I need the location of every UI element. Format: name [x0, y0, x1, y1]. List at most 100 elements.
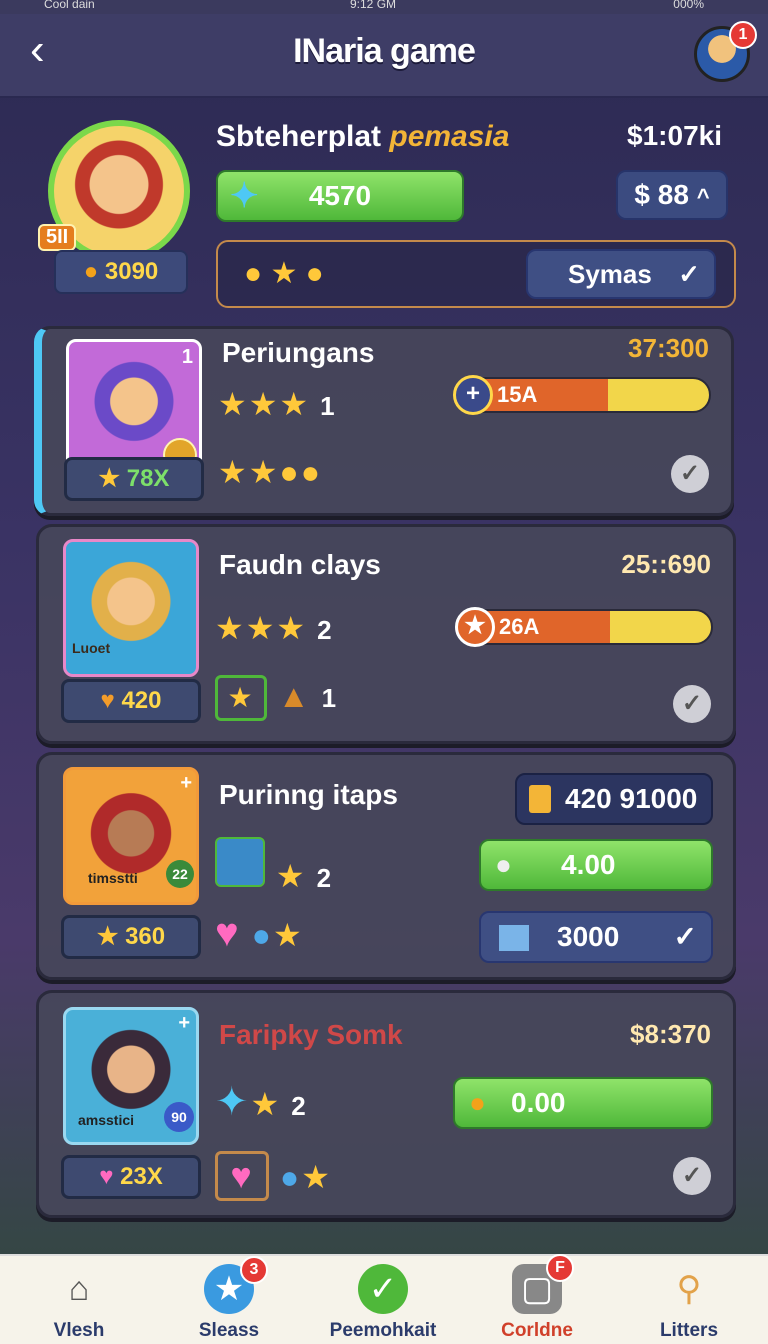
- card-title: Periungans: [222, 337, 375, 368]
- portrait-label: Luoet: [72, 640, 111, 656]
- card-title: Faudn clays: [219, 549, 381, 580]
- coin-icon: ●: [83, 258, 99, 285]
- blue-value: 3000: [557, 921, 620, 952]
- heart-item-icon[interactable]: ♥: [215, 1151, 269, 1201]
- stat-value: 78X: [126, 465, 170, 492]
- portrait-number: 22: [166, 860, 194, 888]
- clock-text: 9:12 GM: [350, 0, 397, 11]
- flag-icon: [499, 925, 529, 951]
- star-rating: ★★★ 1: [218, 385, 337, 423]
- heart-icon: ♥: [99, 1163, 114, 1190]
- coin-value: 3090: [104, 258, 159, 285]
- check-icon[interactable]: ✓: [673, 1157, 711, 1195]
- cake-icon: ▲: [277, 678, 312, 714]
- blue-value-button[interactable]: 3000: [479, 911, 713, 963]
- battery-text: 000%: [673, 0, 704, 11]
- card-3[interactable]: + timsstti 22 ★ 360 Purinng itaps 420 91…: [36, 752, 736, 980]
- portrait-4: + amsstici 90: [63, 1007, 199, 1145]
- coin-row: ★★●●: [218, 454, 323, 490]
- notification-badge: 1: [729, 21, 757, 49]
- tab-label: Litters: [659, 1320, 719, 1341]
- card-1[interactable]: 1 ★ 78X Periungans 37:300 ★★★ 1 ★★●● + 15…: [34, 326, 734, 516]
- green-value: 0.00: [511, 1087, 566, 1118]
- stat-badge: ★ 78X: [64, 457, 204, 501]
- card-icon: ▢ F: [512, 1254, 574, 1314]
- tab-label: Corldne: [501, 1320, 573, 1341]
- rewards-row: ● ★ ● Symas: [216, 240, 736, 308]
- plus-icon: +: [178, 1012, 190, 1034]
- stars-count: 2: [317, 615, 334, 645]
- unit-icon[interactable]: [215, 837, 265, 887]
- tab-check[interactable]: ✓ Peemohkait: [308, 1264, 458, 1342]
- card-2[interactable]: Luoet ♥ 420 Faudn clays 25::690 ★★★ 2 ★ ▲…: [36, 524, 736, 744]
- plus-icon[interactable]: +: [453, 375, 493, 415]
- tab-cards[interactable]: ▢ F Corldne: [462, 1254, 612, 1342]
- home-icon: ⌂: [68, 1270, 90, 1308]
- bottom-nav: ⌂ Vlesh ★ 3 Sleass ✓ Peemohkait ▢ F Corl…: [0, 1254, 768, 1344]
- stat-value: 23X: [120, 1163, 163, 1190]
- green-value: 4.00: [561, 849, 616, 880]
- tab-key[interactable]: ⚲ Litters: [614, 1264, 764, 1342]
- progress-bar: ★ 26A: [455, 607, 713, 647]
- check-icon[interactable]: ✓: [671, 455, 709, 493]
- profile-avatar[interactable]: 1: [694, 21, 757, 82]
- check-icon: ✓: [358, 1264, 408, 1314]
- check-icon[interactable]: ✓: [673, 685, 711, 723]
- stars: ★★★: [215, 610, 308, 646]
- boost-icon[interactable]: ★: [215, 675, 267, 721]
- stars-count: 2: [291, 1091, 308, 1121]
- player-name: Sbteherplat pemasia: [216, 120, 509, 154]
- player-panel: 5II ● 3090 Sbteherplat pemasia $1:07ki ✦…: [0, 100, 768, 320]
- player-cash: $1:07ki: [627, 120, 722, 151]
- player-name-main: Sbteherplat: [216, 120, 382, 153]
- gem-row: ♥ ●★: [215, 911, 304, 955]
- progress-label: 15A: [497, 382, 538, 407]
- card-4[interactable]: + amsstici 90 ♥ 23X Faripky Somk $8:370 …: [36, 990, 736, 1218]
- star-badge-icon[interactable]: ★: [455, 607, 495, 647]
- stars: ★★★: [218, 386, 311, 422]
- progress-bar: + 15A: [453, 375, 711, 415]
- stars-count: 1: [320, 391, 337, 421]
- tab-home[interactable]: ⌂ Vlesh: [4, 1264, 154, 1342]
- xp-value: 4570: [308, 180, 372, 211]
- stat-badge: ♥ 420: [61, 679, 201, 723]
- gem-row: ♥ ●★: [215, 1151, 332, 1201]
- heart-icon: ♥: [100, 687, 115, 714]
- stat-badge: ♥ 23X: [61, 1155, 201, 1199]
- stat-value: 420: [121, 687, 162, 714]
- tab-label: Vlesh: [53, 1320, 105, 1341]
- tab-label: Peemohkait: [329, 1320, 437, 1341]
- green-value-bar[interactable]: ● 0.00: [453, 1077, 713, 1129]
- top-bar: ‹ INaria game 1: [0, 14, 768, 98]
- item-count: 1: [321, 683, 339, 713]
- cash-button-label: $ 88: [634, 179, 689, 210]
- unit-row: ★ 2: [215, 837, 333, 895]
- gem-icon: ●: [279, 1159, 302, 1195]
- card-value: $8:370: [630, 1019, 711, 1049]
- carrier-text: Cool dain: [44, 0, 95, 11]
- card-title: Faripky Somk: [219, 1019, 403, 1050]
- sync-button[interactable]: Symas: [526, 249, 716, 299]
- stars-count: 2: [316, 863, 334, 893]
- diamond-icon: ✦: [230, 177, 259, 215]
- portrait-label: timsstti: [88, 870, 138, 886]
- tab-stars[interactable]: ★ 3 Sleass: [154, 1256, 304, 1342]
- card-value: 37:300: [628, 333, 709, 363]
- coin-counter: ● 3090: [54, 250, 188, 294]
- page-title: INaria game: [293, 32, 476, 70]
- bag-icon: ●: [469, 1087, 486, 1118]
- heart-icon[interactable]: ♥: [215, 911, 241, 955]
- status-bar: Cool dain 9:12 GM 000%: [0, 0, 768, 14]
- green-value-bar[interactable]: ● 4.00: [479, 839, 713, 891]
- portrait-number: 90: [164, 1102, 194, 1132]
- plus-icon: +: [180, 772, 192, 794]
- cash-button[interactable]: $ 88 ^: [616, 170, 728, 220]
- portrait-2: Luoet: [63, 539, 199, 677]
- stat-badge: ★ 360: [61, 915, 201, 959]
- corner-number: 1: [181, 346, 193, 368]
- star-rating: ★★★ 2: [215, 609, 334, 647]
- star-icon: ★: [96, 923, 119, 950]
- star-icon: ★ 3: [204, 1256, 268, 1314]
- card-title: Purinng itaps: [219, 779, 398, 810]
- xp-bar[interactable]: ✦ 4570: [216, 170, 464, 222]
